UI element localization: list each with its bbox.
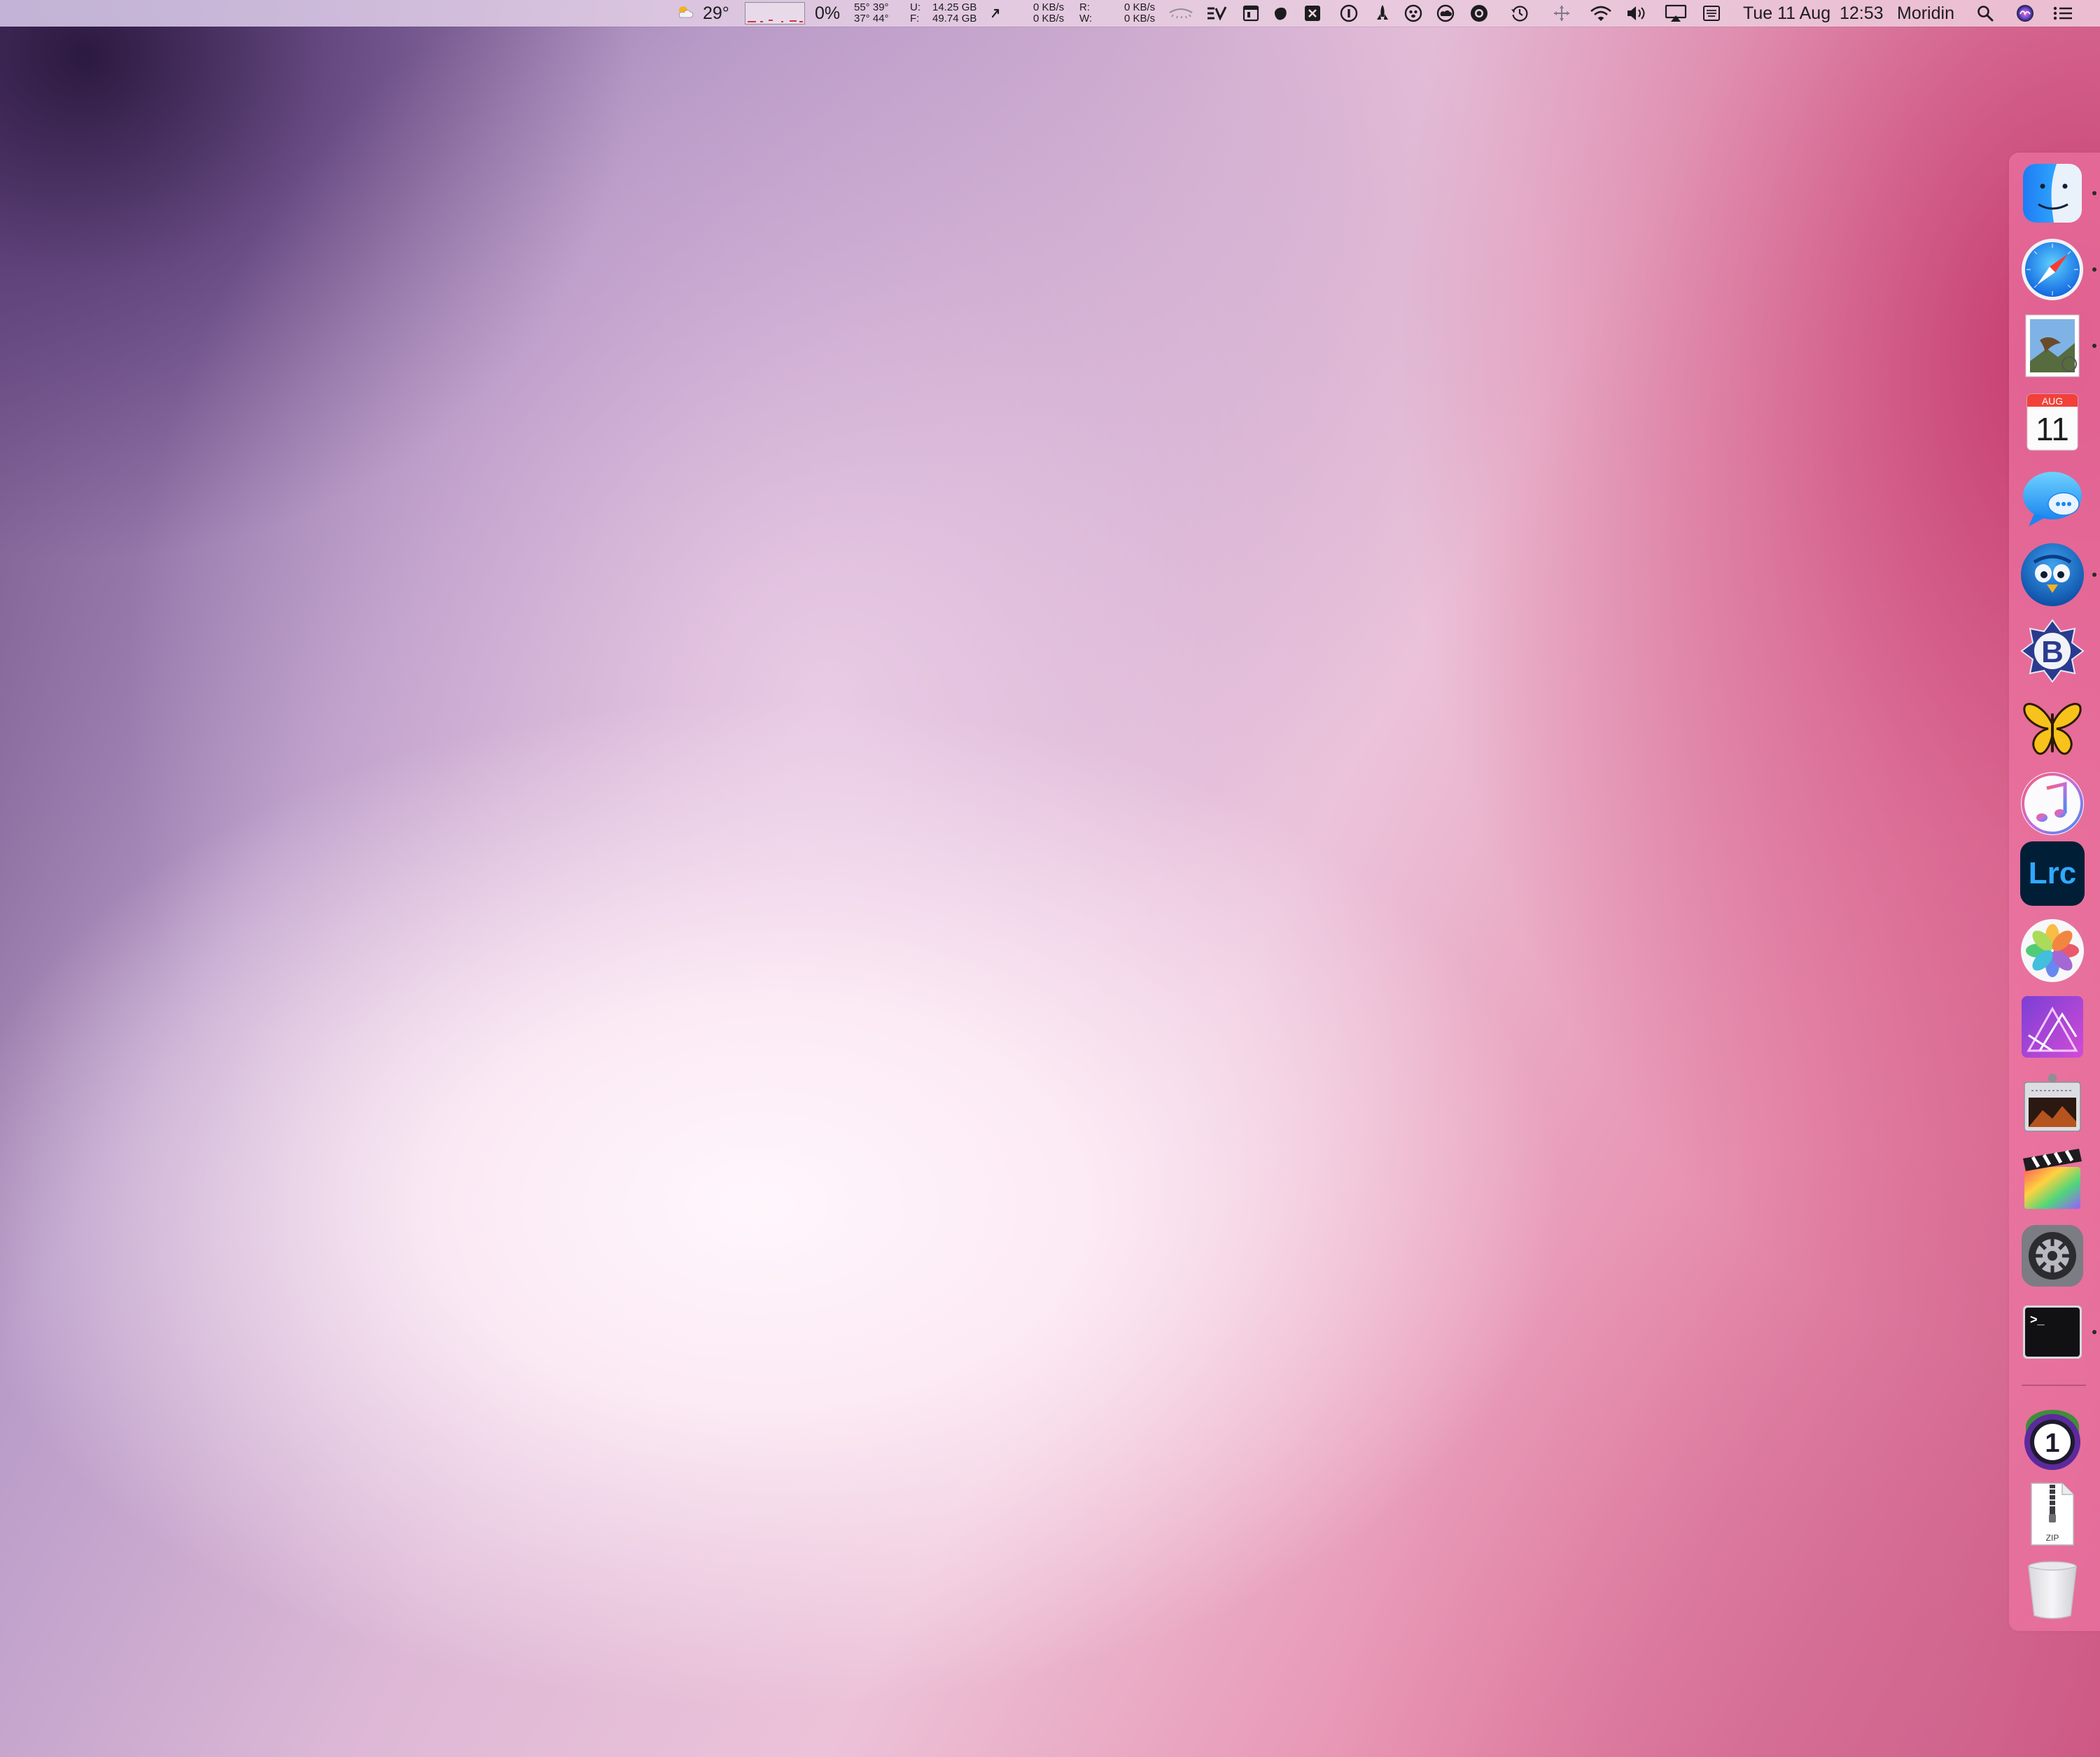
disk-activity[interactable]: 0 KB/s 0 KB/s [1124,0,1155,27]
tweetbot-icon [2021,543,2084,606]
dock-lightroom[interactable]: Lrc [2019,840,2086,907]
user-name[interactable]: Moridin [1897,0,1954,27]
temps-line1: 55° 39° [854,1,889,13]
dock-trash[interactable] [2019,1555,2086,1623]
dock-mail[interactable] [2019,312,2086,379]
dock-bbedit[interactable]: B [2019,617,2086,685]
onepassword-dock-icon: 1 [2024,1410,2080,1470]
notification-center-icon[interactable] [2052,4,2073,22]
dock-final-cut[interactable] [2019,1146,2086,1213]
time-machine-icon[interactable] [1511,4,1529,22]
dock-terminal[interactable]: >_ [2019,1298,2086,1366]
sync-icon[interactable] [987,4,1005,22]
running-indicator [2092,344,2096,348]
volume-icon[interactable] [1625,4,1648,22]
calendar-day: 11 [2036,411,2069,447]
weather-icon[interactable] [676,4,694,22]
disk-read-label: R: [1079,1,1090,13]
dock-finder[interactable] [2019,160,2086,227]
disk-write-label: W: [1079,13,1093,24]
mail-icon [2025,314,2080,377]
disk-labels: R: W: [1079,0,1092,27]
dock-onepassword[interactable]: 1 [2019,1406,2086,1473]
mem-free-label: F: [910,13,920,24]
search-icon[interactable] [1976,4,1994,22]
network-upload: 0 KB/s [1033,1,1065,13]
dock-separator [2022,1385,2086,1386]
bbedit-letter: B [2041,635,2064,669]
wifi-icon[interactable] [1589,4,1613,22]
dock-music[interactable] [2019,770,2086,837]
running-indicator [2092,267,2096,272]
dock-tweetbot[interactable] [2019,541,2086,608]
screen-record-icon[interactable] [1303,4,1322,22]
running-indicator [2092,573,2096,577]
disk-read: 0 KB/s [1124,1,1156,13]
siri-icon[interactable] [2016,4,2034,22]
paw-icon[interactable] [1404,4,1422,22]
airplay-icon[interactable] [1665,4,1687,22]
cloud-icon[interactable] [1436,4,1455,22]
ev-icon[interactable] [1205,4,1228,22]
running-indicator [2092,1330,2096,1334]
image-capture-icon [2024,1074,2081,1132]
calendar-month: AUG [2042,396,2063,407]
onepassword-icon[interactable] [1340,4,1358,22]
disk-write: 0 KB/s [1124,13,1156,24]
cpu-graph-icon[interactable] [745,0,805,27]
dock-image-capture[interactable] [2019,1070,2086,1137]
dock-system-preferences[interactable] [2019,1222,2086,1289]
dock-affinity-photo[interactable] [2019,993,2086,1060]
weather-temperature[interactable]: 29° [703,0,729,27]
memory-used: 14.25 GB [932,1,977,13]
terminal-icon: >_ [2023,1306,2082,1359]
temps-line2: 37° 44° [854,13,889,24]
bbedit-icon: B [2020,619,2085,683]
dock-calendar[interactable]: AUG 11 [2019,388,2086,456]
memory-free: 49.74 GB [932,13,977,24]
calendar-icon: AUG 11 [2026,393,2078,451]
network-speed[interactable]: 0 KB/s 0 KB/s [1033,0,1064,27]
memory-stats[interactable]: 14.25 GB 49.74 GB [932,0,976,27]
system-preferences-icon [2022,1225,2083,1287]
music-icon [2021,772,2084,835]
dock-zip-archive[interactable]: ZIP [2019,1480,2086,1548]
cpu-usage[interactable]: 0% [815,0,840,27]
zip-label: ZIP [2046,1533,2059,1543]
menu-time[interactable]: 12:53 [1840,0,1884,27]
dock-messages[interactable] [2019,465,2086,532]
safari-icon [2022,239,2083,300]
running-indicator [2092,191,2096,195]
terminal-prompt: >_ [2030,1312,2045,1326]
rocket-icon[interactable] [1373,4,1392,22]
network-download: 0 KB/s [1033,13,1065,24]
butterfly-icon [2023,703,2082,755]
menu-bar: 29° 0% 55° 39° 37° 44° U: F: 14.25 GB 49… [0,0,2100,27]
dock-safari[interactable] [2019,236,2086,303]
mem-used-label: U: [910,1,920,13]
lightroom-icon: Lrc [2020,841,2085,906]
finder-icon [2023,164,2082,223]
dock-photos[interactable] [2019,917,2086,984]
trash-icon [2028,1561,2077,1619]
lightroom-label: Lrc [2029,856,2076,890]
photos-icon [2021,919,2084,982]
keyboard-icon[interactable] [1702,4,1721,22]
final-cut-icon [2023,1149,2082,1209]
eye-icon[interactable] [1168,4,1194,22]
menu-date[interactable]: Tue 11 Aug [1743,0,1830,27]
messages-icon [2023,472,2082,526]
calendar-box-icon[interactable] [1242,4,1260,22]
temperature-sensors[interactable]: 55° 39° 37° 44° [854,0,889,27]
zip-archive-icon: ZIP [2031,1483,2074,1546]
onepassword-digit: 1 [2045,1429,2059,1458]
desktop-wallpaper: 29° 0% 55° 39° 37° 44° U: F: 14.25 GB 49… [0,0,2100,1757]
memory-labels: U: F: [910,0,920,27]
affinity-photo-icon [2022,996,2083,1058]
bean-icon[interactable] [1271,4,1289,22]
camera-icon[interactable] [1470,4,1488,22]
move-icon[interactable] [1553,4,1571,22]
dock-tes[interactable] [2019,694,2086,761]
